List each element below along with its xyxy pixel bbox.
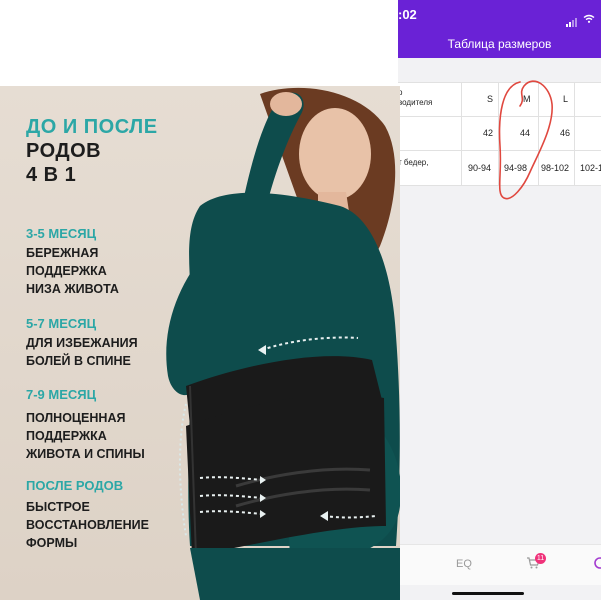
stage-desc: БЫСТРОЕ ВОССТАНОВЛЕНИЕ ФОРМЫ	[26, 500, 149, 550]
banner-title-line3: 4 В 1	[26, 164, 77, 186]
stage-desc: БЕРЕЖНАЯ ПОДДЕРЖКА НИЗА ЖИВОТА	[26, 246, 119, 296]
row-label-hips: т бедер,	[398, 158, 429, 167]
stage-desc: ПОЛНОЦЕННАЯ ПОДДЕРЖКА ЖИВОТА И СПИНЫ	[26, 411, 145, 461]
col-header-s: S	[487, 94, 494, 104]
wifi-icon	[583, 14, 595, 23]
bottom-nav: EQ 11	[398, 544, 601, 585]
app-header: Таблица размеров	[398, 32, 601, 58]
stage-label: 5-7 МЕСЯЦ	[26, 316, 97, 331]
product-banner: ДО И ПОСЛЕ РОДОВ 4 В 1 3-5 МЕСЯЦ БЕРЕЖНА…	[0, 86, 400, 600]
stage-label: ПОСЛЕ РОДОВ	[26, 478, 124, 493]
size-chart-screenshot: :02 Таблица размеров р водителя т бедер,…	[398, 0, 601, 600]
table-cell: 94-98	[504, 163, 528, 173]
banner-title-line2: РОДОВ	[26, 140, 102, 162]
eq-icon[interactable]: EQ	[456, 558, 472, 570]
profile-icon[interactable]	[594, 556, 601, 570]
banner-title-line1: ДО И ПОСЛЕ	[26, 116, 158, 138]
row-label-manufacturer: р водителя	[398, 88, 433, 107]
table-cell: 102-1	[580, 163, 601, 173]
col-header-m: M	[523, 94, 531, 104]
stage-label: 7-9 МЕСЯЦ	[26, 387, 97, 402]
col-header-l: L	[563, 94, 569, 104]
status-bar: :02	[398, 0, 601, 32]
size-table: р водителя т бедер, S M L 42 44 46 90-94…	[398, 82, 601, 186]
status-time: :02	[398, 7, 417, 22]
table-cell: 46	[560, 128, 571, 138]
table-cell: 90-94	[468, 163, 492, 173]
home-indicator	[452, 592, 524, 595]
cart-badge: 11	[535, 553, 546, 564]
table-cell: 98-102	[541, 163, 570, 173]
page-title: Таблица размеров	[447, 37, 552, 51]
stage-desc: ДЛЯ ИЗБЕЖАНИЯ БОЛЕЙ В СПИНЕ	[26, 336, 138, 368]
table-cell: 42	[483, 128, 494, 138]
signal-icon	[566, 9, 578, 27]
stage-label: 3-5 МЕСЯЦ	[26, 226, 97, 241]
table-cell: 44	[520, 128, 531, 138]
